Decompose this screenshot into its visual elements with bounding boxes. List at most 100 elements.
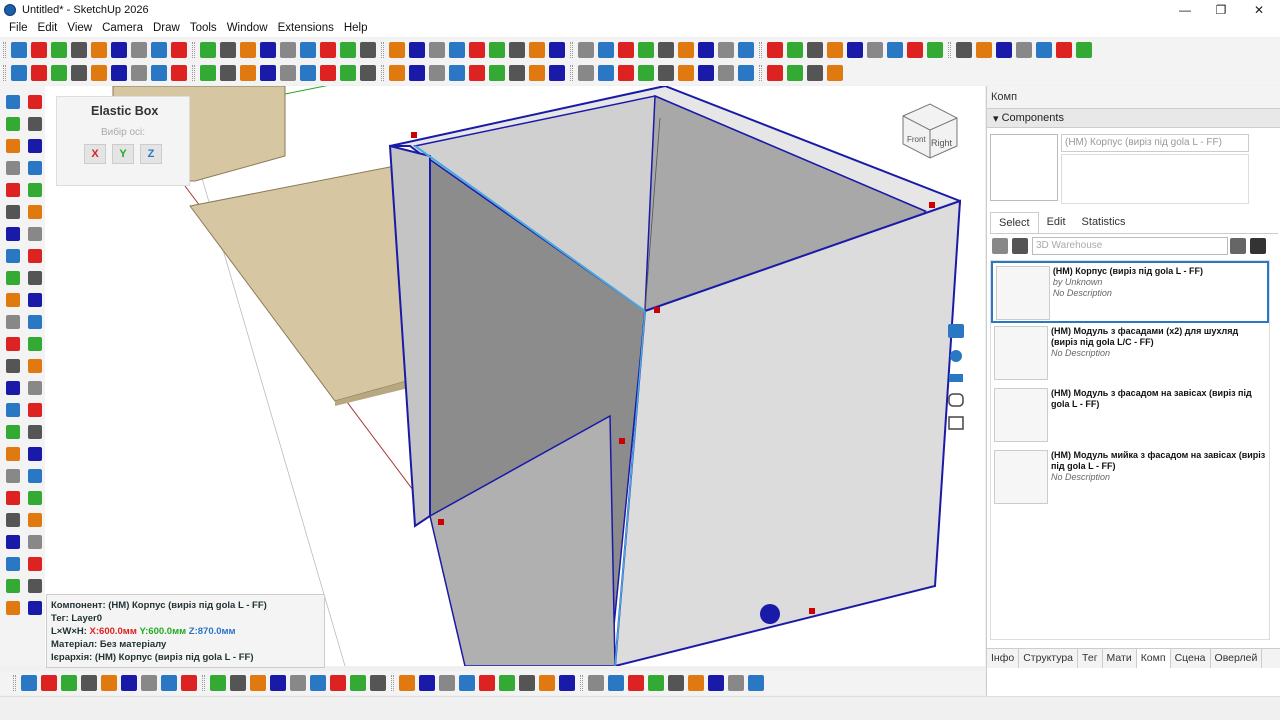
toolbar-tool-icon[interactable] xyxy=(370,675,386,691)
toolbar-tool-icon[interactable] xyxy=(6,205,20,219)
toolbar-tool-icon[interactable] xyxy=(748,675,764,691)
menu-edit[interactable]: Edit xyxy=(33,22,63,34)
minimize-button[interactable]: — xyxy=(1167,0,1203,19)
toolbar-tool-icon[interactable] xyxy=(220,42,236,58)
toolbar-tool-icon[interactable] xyxy=(28,557,42,571)
toolbar-tool-icon[interactable] xyxy=(578,42,594,58)
toolbar-tool-icon[interactable] xyxy=(28,315,42,329)
toolbar-tool-icon[interactable] xyxy=(28,381,42,395)
toolbar-grip[interactable] xyxy=(570,42,573,58)
toolbar-tool-icon[interactable] xyxy=(728,675,744,691)
toolbar-tool-icon[interactable] xyxy=(469,65,485,81)
toolbar-tool-icon[interactable] xyxy=(270,675,286,691)
toolbar-tool-icon[interactable] xyxy=(31,42,47,58)
toolbar-tool-icon[interactable] xyxy=(290,675,306,691)
zoom-extents-icon[interactable] xyxy=(948,416,964,430)
toolbar-tool-icon[interactable] xyxy=(688,675,704,691)
toolbar-tool-icon[interactable] xyxy=(6,139,20,153)
toolbar-tool-icon[interactable] xyxy=(598,42,614,58)
toolbar-tool-icon[interactable] xyxy=(638,65,654,81)
toolbar-tool-icon[interactable] xyxy=(210,675,226,691)
toolbar-tool-icon[interactable] xyxy=(320,42,336,58)
toolbar-tool-icon[interactable] xyxy=(409,65,425,81)
toolbar-tool-icon[interactable] xyxy=(927,42,943,58)
toolbar-tool-icon[interactable] xyxy=(300,42,316,58)
toolbar-tool-icon[interactable] xyxy=(549,42,565,58)
toolbar-tool-icon[interactable] xyxy=(469,42,485,58)
toolbar-tool-icon[interactable] xyxy=(6,249,20,263)
toolbar-tool-icon[interactable] xyxy=(519,675,535,691)
toolbar-tool-icon[interactable] xyxy=(91,65,107,81)
toolbar-tool-icon[interactable] xyxy=(81,675,97,691)
toolbar-tool-icon[interactable] xyxy=(260,65,276,81)
toolbar-grip[interactable] xyxy=(13,675,16,691)
toolbar-tool-icon[interactable] xyxy=(230,675,246,691)
toolbar-tool-icon[interactable] xyxy=(28,293,42,307)
toolbar-tool-icon[interactable] xyxy=(1016,42,1032,58)
toolbar-tool-icon[interactable] xyxy=(509,42,525,58)
toolbar-tool-icon[interactable] xyxy=(6,601,20,615)
toolbar-tool-icon[interactable] xyxy=(6,293,20,307)
toolbar-tool-icon[interactable] xyxy=(698,65,714,81)
toolbar-tool-icon[interactable] xyxy=(28,95,42,109)
toolbar-tool-icon[interactable] xyxy=(41,675,57,691)
toolbar-tool-icon[interactable] xyxy=(6,447,20,461)
toolbar-tool-icon[interactable] xyxy=(340,42,356,58)
toolbar-tool-icon[interactable] xyxy=(340,65,356,81)
camera-tool-icon[interactable] xyxy=(948,393,964,407)
toolbar-tool-icon[interactable] xyxy=(439,675,455,691)
toolbar-tool-icon[interactable] xyxy=(61,675,77,691)
toolbar-tool-icon[interactable] xyxy=(6,535,20,549)
toolbar-grip[interactable] xyxy=(391,675,394,691)
toolbar-tool-icon[interactable] xyxy=(887,42,903,58)
section-tool-icon[interactable] xyxy=(949,374,963,382)
arrow-right-icon[interactable] xyxy=(1250,238,1266,254)
toolbar-tool-icon[interactable] xyxy=(618,65,634,81)
tab-materials[interactable]: Мати xyxy=(1103,649,1137,668)
toolbar-grip[interactable] xyxy=(759,42,762,58)
toolbar-tool-icon[interactable] xyxy=(6,271,20,285)
toolbar-tool-icon[interactable] xyxy=(449,65,465,81)
axis-y-button[interactable]: Y xyxy=(112,144,134,164)
home-icon[interactable] xyxy=(1012,238,1028,254)
toolbar-tool-icon[interactable] xyxy=(449,42,465,58)
component-description-field[interactable] xyxy=(1061,154,1249,204)
toolbar-tool-icon[interactable] xyxy=(847,42,863,58)
toolbar-tool-icon[interactable] xyxy=(628,675,644,691)
toolbar-tool-icon[interactable] xyxy=(956,42,972,58)
toolbar-tool-icon[interactable] xyxy=(250,675,266,691)
orbit-indicator-icon[interactable] xyxy=(950,350,962,362)
toolbar-tool-icon[interactable] xyxy=(350,675,366,691)
toolbar-tool-icon[interactable] xyxy=(360,42,376,58)
list-item[interactable]: (HM) Модуль з фасадами (x2) для шухляд (… xyxy=(991,323,1269,385)
toolbar-tool-icon[interactable] xyxy=(588,675,604,691)
components-section-header[interactable]: ▾ Components xyxy=(987,108,1280,128)
toolbar-tool-icon[interactable] xyxy=(429,42,445,58)
toolbar-tool-icon[interactable] xyxy=(280,42,296,58)
toolbar-tool-icon[interactable] xyxy=(489,65,505,81)
toolbar-tool-icon[interactable] xyxy=(767,42,783,58)
toolbar-grip[interactable] xyxy=(3,65,6,81)
toolbar-tool-icon[interactable] xyxy=(171,42,187,58)
toolbar-tool-icon[interactable] xyxy=(6,161,20,175)
toolbar-tool-icon[interactable] xyxy=(28,271,42,285)
toolbar-tool-icon[interactable] xyxy=(6,95,20,109)
toolbar-tool-icon[interactable] xyxy=(161,675,177,691)
toolbar-tool-icon[interactable] xyxy=(529,42,545,58)
toolbar-tool-icon[interactable] xyxy=(121,675,137,691)
toolbar-tool-icon[interactable] xyxy=(28,139,42,153)
toolbar-grip[interactable] xyxy=(381,65,384,81)
toolbar-tool-icon[interactable] xyxy=(6,381,20,395)
list-item[interactable]: (HM) Модуль з фасадом на завісах (виріз … xyxy=(991,385,1269,447)
toolbar-tool-icon[interactable] xyxy=(539,675,555,691)
toolbar-tool-icon[interactable] xyxy=(28,513,42,527)
toolbar-tool-icon[interactable] xyxy=(28,491,42,505)
toolbar-tool-icon[interactable] xyxy=(28,359,42,373)
toolbar-tool-icon[interactable] xyxy=(559,675,575,691)
toolbar-tool-icon[interactable] xyxy=(1056,42,1072,58)
toolbar-tool-icon[interactable] xyxy=(320,65,336,81)
toolbar-tool-icon[interactable] xyxy=(28,337,42,351)
toolbar-tool-icon[interactable] xyxy=(11,42,27,58)
maximize-button[interactable]: ❐ xyxy=(1203,0,1239,19)
toolbar-grip[interactable] xyxy=(570,65,573,81)
